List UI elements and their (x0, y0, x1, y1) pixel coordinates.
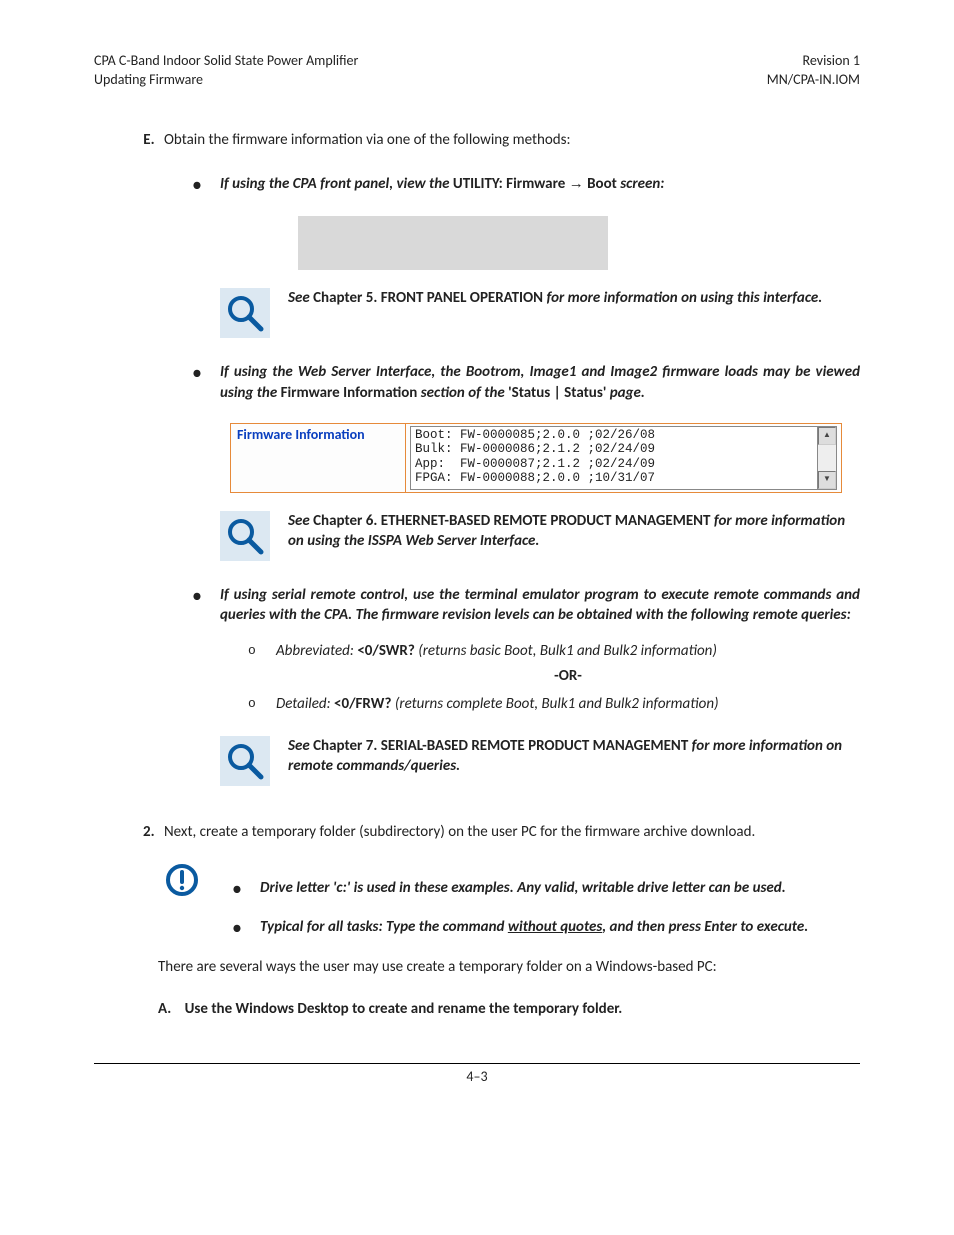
bullet-serial-remote: If using serial remote control, use the … (184, 585, 860, 786)
bullet-front-panel: If using the CPA front panel, view the U… (184, 174, 860, 338)
or-separator: -OR- (276, 666, 860, 686)
substep-A: Use the Windows Desktop to create and re… (158, 999, 860, 1019)
query-detailed: Detailed: <0/FRW? (returns complete Boot… (220, 694, 860, 714)
step-2-continuation: There are several ways the user may use … (158, 957, 860, 977)
see-line-3: See Chapter 7. SERIAL-BASED REMOTE PRODU… (288, 736, 860, 777)
firmware-info-table: Firmware Information Boot: FW-0000085;2.… (230, 423, 842, 493)
firmware-info-textarea[interactable]: Boot: FW-0000085;2.0.0 ;02/26/08 Bulk: F… (410, 426, 817, 490)
header-product: CPA C-Band Indoor Solid State Power Ampl… (94, 52, 358, 71)
page-header: CPA C-Band Indoor Solid State Power Ampl… (94, 52, 860, 90)
note-typical-tasks: Typical for all tasks: Type the command … (224, 917, 860, 937)
query-abbreviated: Abbreviated: <0/SWR? (returns basic Boot… (220, 641, 860, 686)
see-line-1: See Chapter 5. FRONT PANEL OPERATION for… (288, 288, 860, 308)
page-footer: 4–3 (94, 1063, 860, 1087)
magnifier-icon (220, 288, 270, 338)
header-revision: Revision 1 (767, 52, 860, 71)
scroll-up-icon[interactable]: ▲ (818, 427, 836, 445)
scroll-down-icon[interactable]: ▼ (818, 471, 836, 489)
note-block: Drive letter 'c:' is used in these examp… (158, 860, 860, 937)
boot-screen-placeholder (298, 216, 608, 270)
remote-query-list: Abbreviated: <0/SWR? (returns basic Boot… (220, 641, 860, 714)
step-E-title: Obtain the firmware information via one … (164, 131, 571, 149)
step-E: Obtain the firmware information via one … (158, 130, 860, 786)
firmware-scrollbar[interactable]: ▲ ▼ (817, 426, 837, 490)
header-section: Updating Firmware (94, 71, 358, 90)
arrow-icon: → (569, 175, 584, 192)
firmware-info-label: Firmware Information (231, 424, 406, 492)
see-line-2: See Chapter 6. ETHERNET-BASED REMOTE PRO… (288, 511, 860, 552)
bullet-web-server: If using the Web Server Interface, the B… (184, 362, 860, 561)
header-doc-id: MN/CPA-IN.IOM (767, 71, 860, 90)
note-drive-letter: Drive letter 'c:' is used in these examp… (224, 878, 860, 898)
alert-icon (162, 860, 202, 900)
magnifier-icon (220, 511, 270, 561)
magnifier-icon (220, 736, 270, 786)
step-2-text: Next, create a temporary folder (subdire… (164, 823, 755, 841)
step-2: Next, create a temporary folder (subdire… (158, 822, 860, 842)
